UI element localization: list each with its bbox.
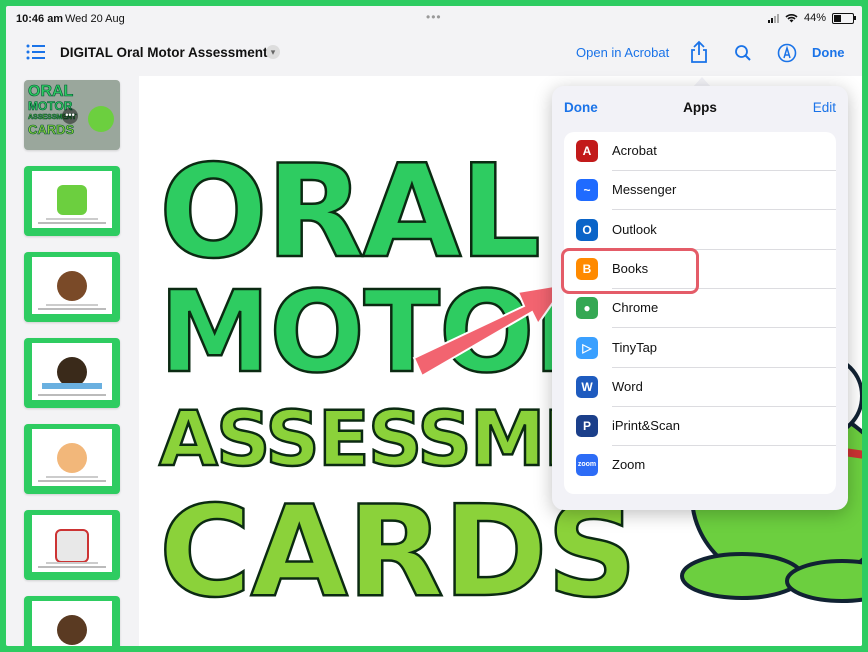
app-row-word[interactable]: W Word xyxy=(564,368,836,407)
thumbnail-page-6[interactable] xyxy=(24,510,120,580)
outlook-icon: O xyxy=(576,218,598,241)
share-icon[interactable] xyxy=(690,40,708,64)
battery-percent: 44% xyxy=(803,12,826,24)
app-row-acrobat[interactable]: A Acrobat xyxy=(564,132,836,171)
share-sheet-popover: Done Apps Edit A Acrobat ~ Messenger O Outloo… xyxy=(552,86,848,510)
open-in-acrobat-button[interactable]: Open in Acrobat xyxy=(576,45,669,60)
apps-list: A Acrobat ~ Messenger O Outlook B Books ● Chrome ▷… xyxy=(564,132,836,494)
acrobat-icon: A xyxy=(576,140,598,162)
tinytap-icon: ▷ xyxy=(576,336,598,359)
app-label: Word xyxy=(612,378,643,394)
signal-icon xyxy=(767,13,779,23)
page-thumbnails-sidebar: ORAL MOTOR ASSESSMENT CARDS ••• xyxy=(6,76,134,646)
toolbar: DIGITAL Oral Motor Assessment ▾ Open in … xyxy=(6,30,862,76)
wifi-icon xyxy=(785,14,798,23)
app-label: Acrobat xyxy=(612,143,657,158)
status-time: 10:46 am xyxy=(16,13,64,25)
app-label: Zoom xyxy=(612,457,646,473)
thumbnail-page-1[interactable]: ORAL MOTOR ASSESSMENT CARDS ••• xyxy=(24,80,120,150)
word-icon: W xyxy=(576,375,598,398)
share-sheet-header: Done Apps Edit xyxy=(552,86,848,130)
done-button[interactable]: Done xyxy=(812,45,845,60)
thumbnail-page-3[interactable] xyxy=(24,252,120,322)
app-label: iPrint&Scan xyxy=(612,418,680,434)
books-highlight-box xyxy=(561,248,699,294)
frog-illustration xyxy=(88,106,114,132)
chevron-down-icon[interactable]: ▾ xyxy=(266,45,280,59)
battery-icon xyxy=(832,12,856,24)
list-icon[interactable] xyxy=(26,44,46,60)
thumbnail-page-4[interactable] xyxy=(24,338,120,408)
thumbnail-page-5[interactable] xyxy=(24,424,120,494)
app-row-messenger[interactable]: ~ Messenger xyxy=(564,171,836,211)
messenger-icon: ~ xyxy=(576,179,598,202)
app-label: Chrome xyxy=(612,300,659,316)
share-sheet-title: Apps xyxy=(683,100,717,115)
status-bar: 10:46 am Wed 20 Aug ••• 44% xyxy=(6,6,862,30)
pointer-arrow xyxy=(412,282,569,378)
thumbnail-page-7[interactable] xyxy=(24,596,120,646)
app-label: Outlook xyxy=(612,221,657,237)
app-label: Messenger xyxy=(612,182,677,198)
cover-title-line-1: ORAL xyxy=(158,137,543,289)
app-label: TinyTap xyxy=(612,339,658,355)
share-sheet-edit-button[interactable]: Edit xyxy=(813,100,836,115)
app-row-chrome[interactable]: ● Chrome xyxy=(564,289,836,329)
multitasking-dots-icon[interactable]: ••• xyxy=(426,10,442,24)
status-date: Wed 20 Aug xyxy=(65,13,125,25)
thumbnail-page-2[interactable] xyxy=(24,166,120,236)
app-row-outlook[interactable]: O Outlook xyxy=(564,211,836,250)
zoom-icon: zoom xyxy=(576,454,598,477)
app-row-iprint-scan[interactable]: PiPrint&Scan xyxy=(564,407,836,447)
app-row-zoom[interactable]: zoom Zoom xyxy=(564,446,836,485)
app-row-tinytap[interactable]: ▷ TinyTap xyxy=(564,329,836,368)
more-options-icon[interactable]: ••• xyxy=(62,108,78,124)
search-icon[interactable] xyxy=(734,44,752,62)
status-right: 44% xyxy=(767,12,856,24)
iprint-scan-icon: P xyxy=(576,415,598,438)
markup-icon[interactable] xyxy=(777,43,797,63)
ipad-screen: 10:46 am Wed 20 Aug ••• 44% DIGITAL Oral… xyxy=(6,6,862,646)
document-title[interactable]: DIGITAL Oral Motor Assessment xyxy=(60,45,268,60)
chrome-icon: ● xyxy=(576,297,598,320)
